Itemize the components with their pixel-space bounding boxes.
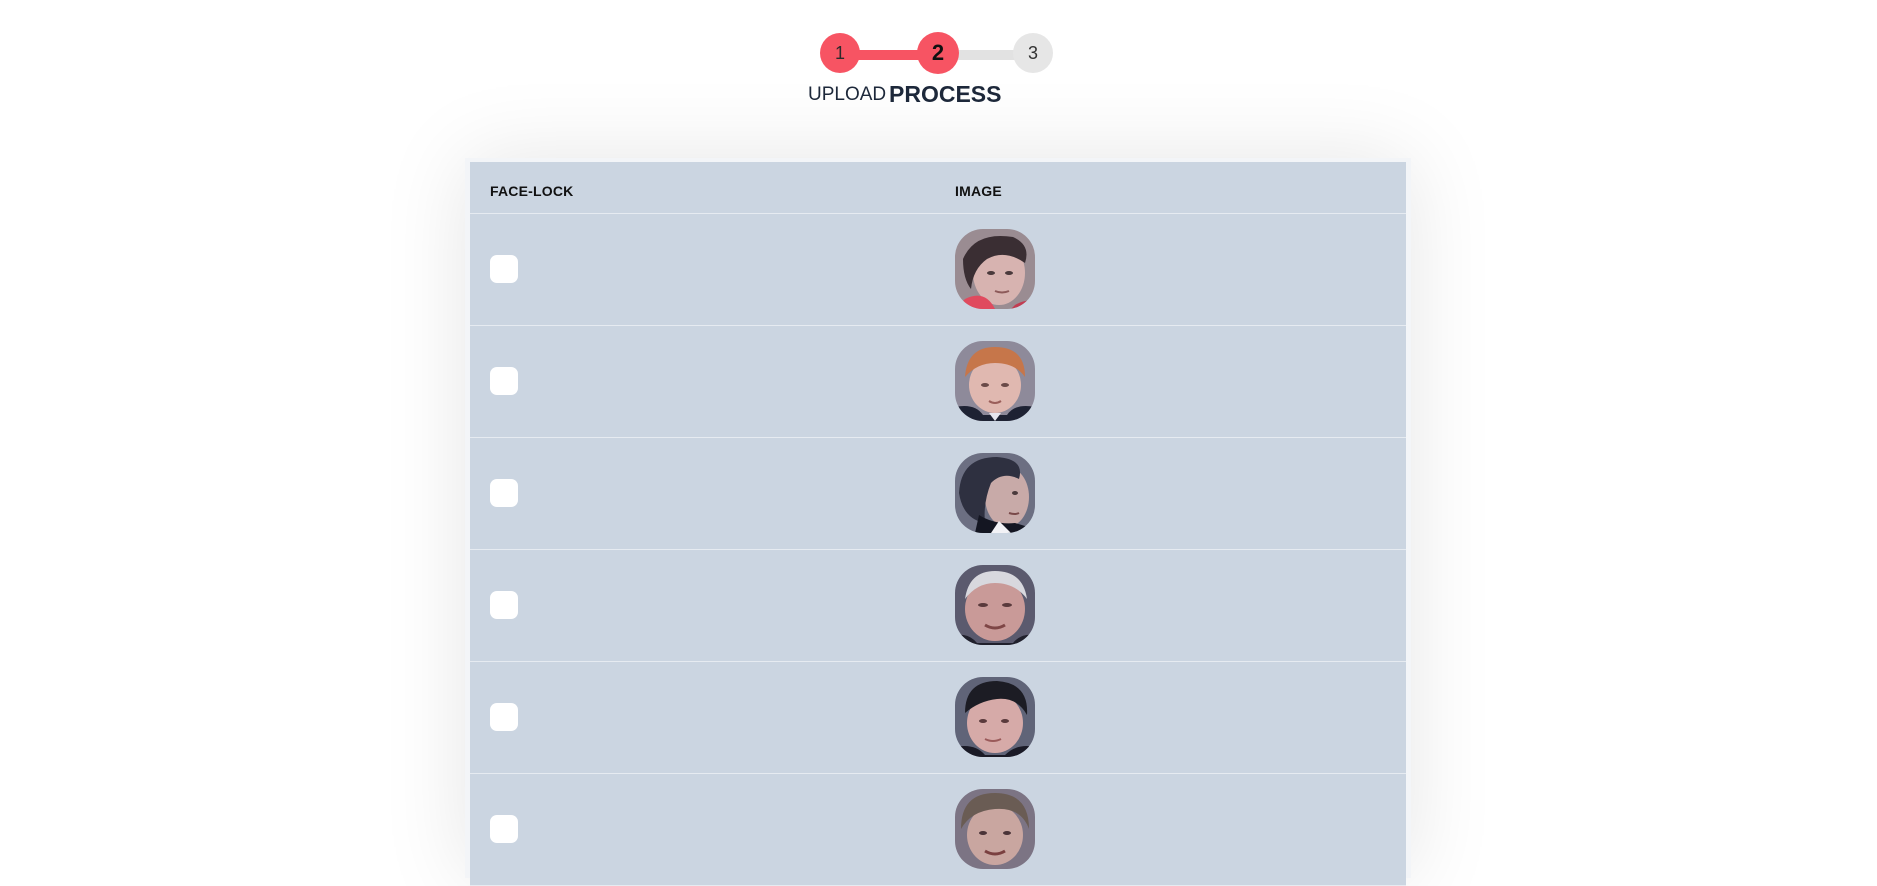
- step-2-indicator[interactable]: 2: [917, 32, 959, 74]
- table-row: [470, 662, 1406, 774]
- table-row: [470, 214, 1406, 326]
- face-lock-checkbox[interactable]: [490, 703, 518, 731]
- face-thumbnail: [955, 453, 1035, 533]
- step-2-label: PROCESS: [889, 81, 1002, 107]
- table-header: FACE-LOCK IMAGE: [470, 162, 1406, 214]
- face-thumbnail: [955, 789, 1035, 869]
- table-row: [470, 438, 1406, 550]
- face-thumbnail: [955, 341, 1035, 421]
- face-lock-checkbox[interactable]: [490, 255, 518, 283]
- table-row: [470, 774, 1406, 886]
- face-lock-checkbox[interactable]: [490, 367, 518, 395]
- column-header-face-lock: FACE-LOCK: [490, 183, 574, 199]
- face-lock-checkbox[interactable]: [490, 591, 518, 619]
- table-row: [470, 326, 1406, 438]
- face-thumbnail: [955, 229, 1035, 309]
- faces-table: FACE-LOCK IMAGE: [470, 162, 1406, 886]
- face-lock-checkbox[interactable]: [490, 815, 518, 843]
- step-3-indicator[interactable]: 3: [1013, 33, 1053, 73]
- column-header-image: IMAGE: [955, 183, 1002, 199]
- face-lock-checkbox[interactable]: [490, 479, 518, 507]
- table-row: [470, 550, 1406, 662]
- step-1-indicator[interactable]: 1: [820, 33, 860, 73]
- face-thumbnail: [955, 565, 1035, 645]
- faces-table-card: FACE-LOCK IMAGE: [465, 158, 1411, 886]
- progress-stepper: 1 2 3 UPLOAD PROCESS: [0, 0, 1877, 120]
- face-thumbnail: [955, 677, 1035, 757]
- step-1-label: UPLOAD: [808, 84, 887, 105]
